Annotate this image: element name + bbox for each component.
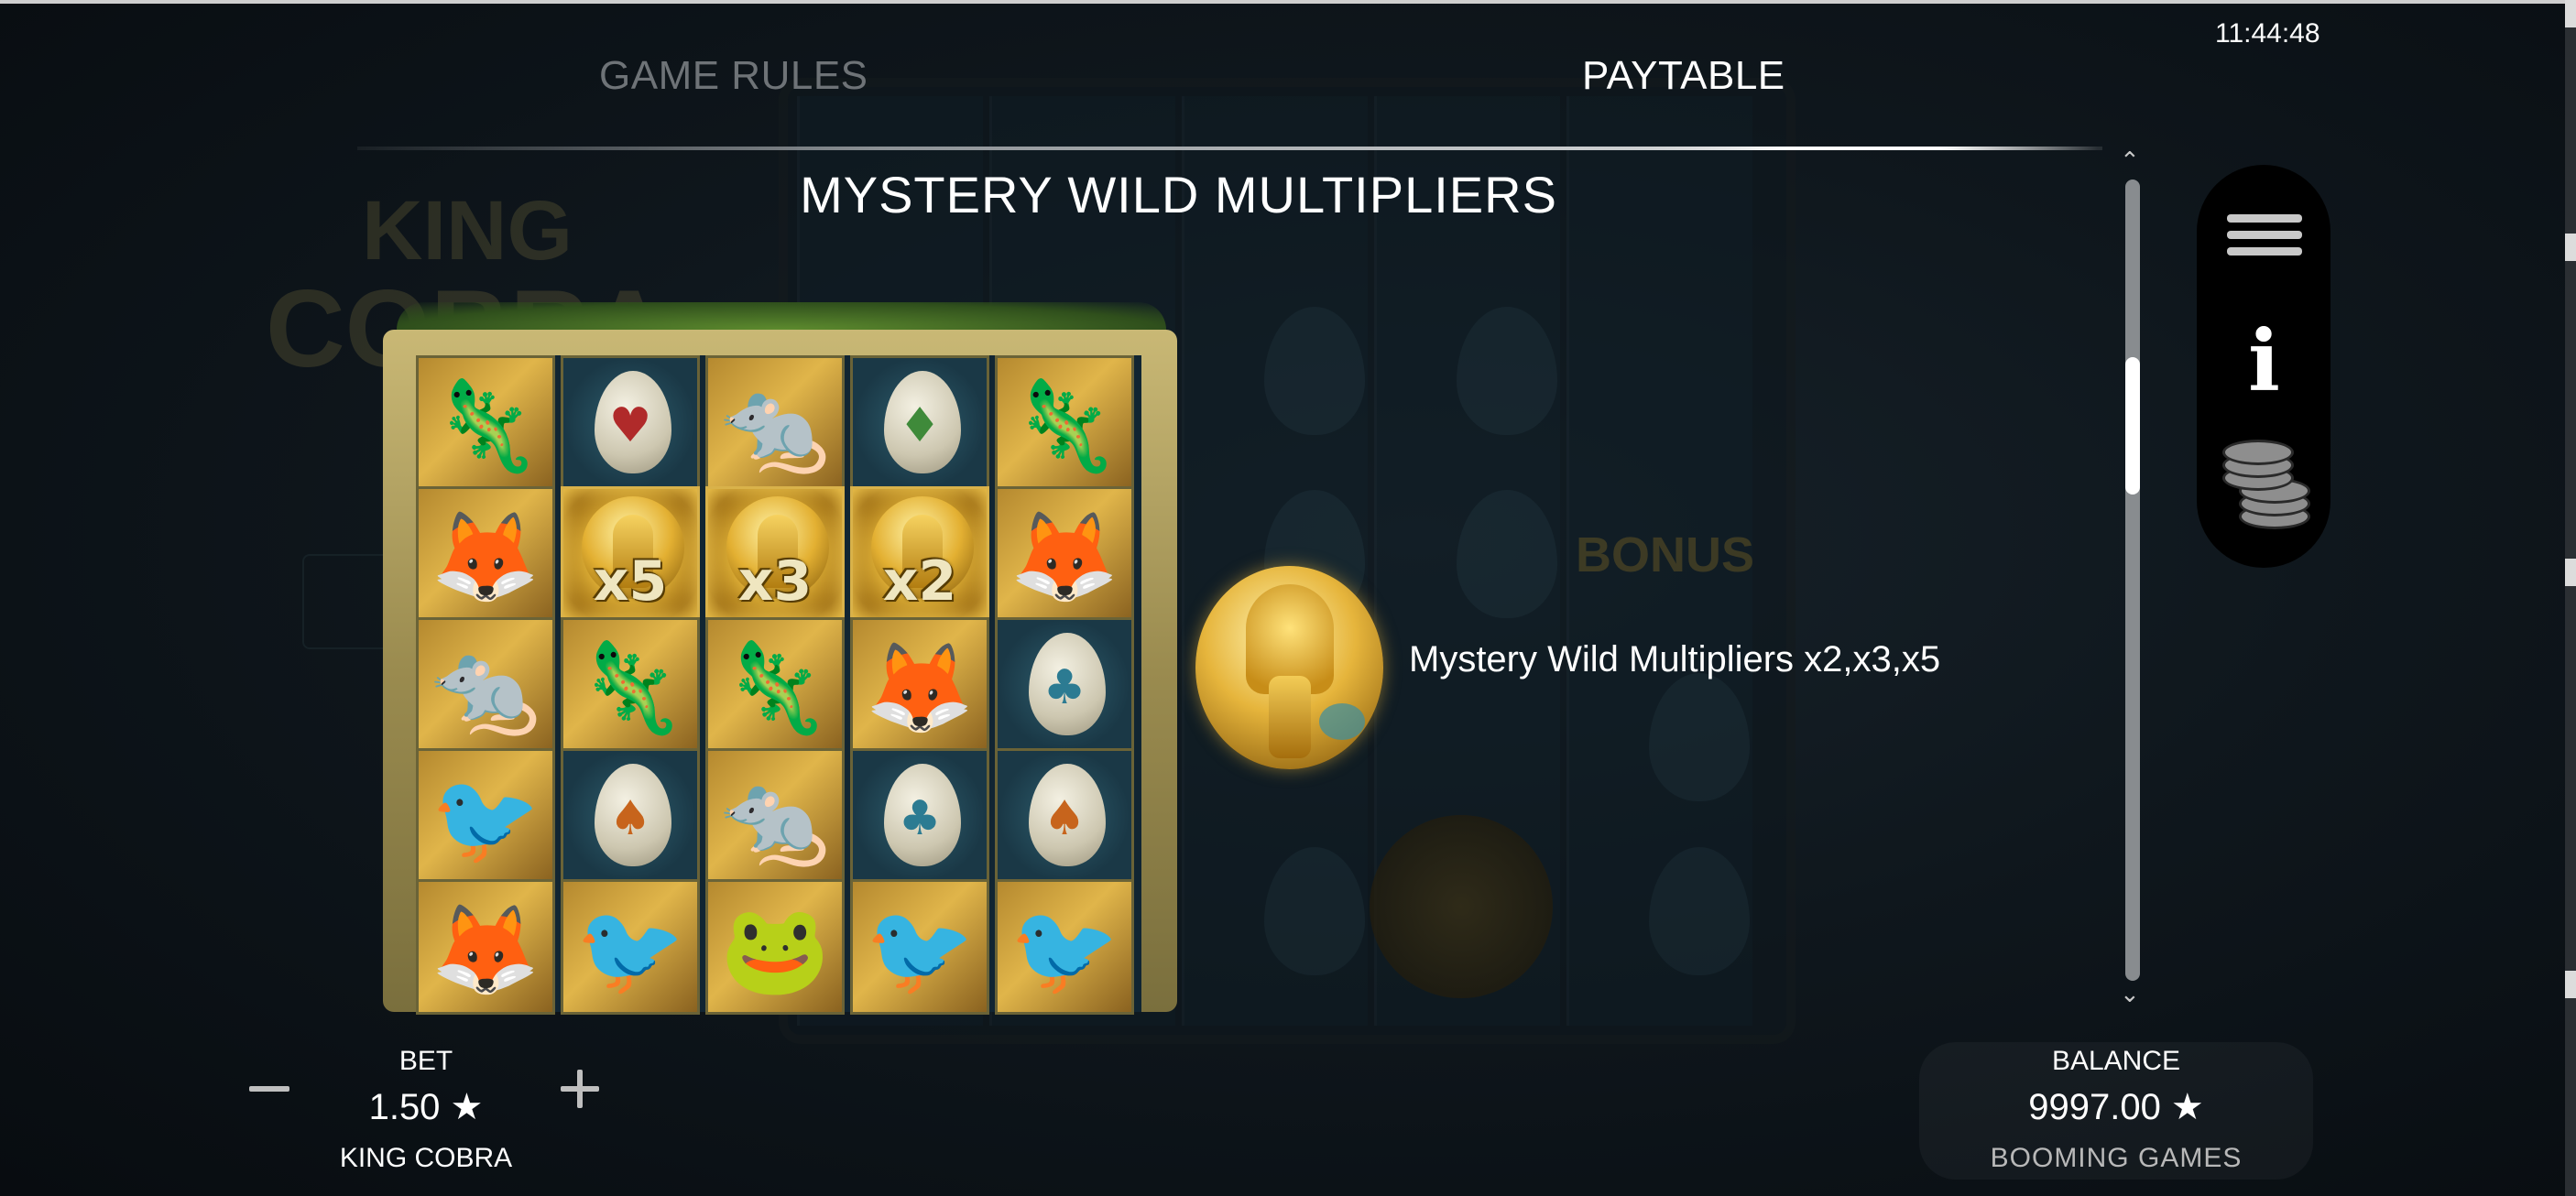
active-tab-indicator bbox=[1576, 147, 2098, 150]
weasel-symbol: 🦊 bbox=[850, 617, 989, 753]
crow-symbol: 🐦 bbox=[850, 879, 989, 1015]
egg-club-symbol: ♣ bbox=[850, 748, 989, 884]
background-bonus-text: BONUS bbox=[1576, 527, 1755, 582]
scroll-up-arrow[interactable]: ⌃ bbox=[2120, 147, 2140, 175]
rat-icon: 🐀 bbox=[720, 767, 830, 870]
weasel-symbol: 🦊 bbox=[995, 486, 1134, 622]
crow-symbol: 🐦 bbox=[561, 879, 700, 1015]
rat-symbol: 🐀 bbox=[416, 617, 555, 753]
wild-multiplier-label: x5 bbox=[593, 549, 668, 614]
background-cobra bbox=[1370, 815, 1553, 998]
lizard-symbol: 🦎 bbox=[416, 355, 555, 491]
frog-icon: 🐸 bbox=[720, 898, 830, 1001]
game-stage: KING COBRA BONUS GAME RULES PAYTABLE 11:… bbox=[0, 0, 2576, 1196]
club-icon: ♣ bbox=[898, 791, 942, 846]
rat-symbol: 🐀 bbox=[705, 748, 845, 884]
egg-diamond-symbol: ♦ bbox=[850, 355, 989, 491]
increase-bet-button[interactable] bbox=[561, 1070, 599, 1108]
diamond-icon: ♦ bbox=[898, 398, 942, 453]
club-icon: ♣ bbox=[1042, 660, 1086, 715]
spade-icon: ♠ bbox=[608, 791, 652, 846]
wild-multiplier-label: x3 bbox=[737, 549, 813, 614]
frog-symbol: 🐸 bbox=[705, 879, 845, 1015]
reel-grid: 🦎 ♥ 🐀 ♦ 🦎 🦊 x5 x3 x2 🦊 🐀 🦎 🦎 🦊 ♣ 🐦 ♠ 🐀 ♣ ♠ 🦊 🐦 🐸 🐦 🐦 bbox=[416, 355, 1141, 1015]
wild-cobra-symbol: x3 bbox=[705, 486, 845, 622]
egg-club-symbol: ♣ bbox=[995, 617, 1134, 753]
bet-value: 1.50 ★ bbox=[368, 1087, 484, 1127]
bet-label: BET bbox=[398, 1046, 453, 1076]
scrollbar-track[interactable] bbox=[2125, 179, 2140, 981]
heart-icon: ♥ bbox=[608, 398, 652, 453]
info-icon[interactable]: i bbox=[2215, 311, 2312, 408]
symbol-description: Mystery Wild Multipliers x2,x3,x5 bbox=[1409, 639, 1941, 680]
lizard-symbol: 🦎 bbox=[705, 617, 845, 753]
rat-icon: 🐀 bbox=[431, 636, 540, 739]
tab-paytable[interactable]: PAYTABLE bbox=[1582, 53, 1785, 99]
coins-icon[interactable] bbox=[2215, 440, 2312, 537]
crow-symbol: 🐦 bbox=[416, 748, 555, 884]
side-menu: i bbox=[2197, 165, 2330, 568]
menu-icon[interactable] bbox=[2215, 187, 2312, 284]
egg-spade-symbol: ♠ bbox=[995, 748, 1134, 884]
crow-icon: 🐦 bbox=[431, 767, 540, 870]
spade-icon: ♠ bbox=[1042, 791, 1086, 846]
game-name: KING COBRA bbox=[339, 1143, 513, 1173]
balance-value: 9997.00 ★ bbox=[2028, 1087, 2204, 1127]
scrollbar-thumb[interactable] bbox=[2125, 357, 2140, 495]
balance-label: BALANCE bbox=[2051, 1046, 2181, 1076]
weasel-icon: 🦊 bbox=[431, 506, 540, 608]
egg-spade-symbol: ♠ bbox=[561, 748, 700, 884]
weasel-icon: 🦊 bbox=[865, 636, 975, 739]
weasel-symbol: 🦊 bbox=[416, 879, 555, 1015]
weasel-symbol: 🦊 bbox=[416, 486, 555, 622]
egg-heart-symbol: ♥ bbox=[561, 355, 700, 491]
clock: 11:44:48 bbox=[2215, 18, 2320, 49]
decrease-bet-button[interactable] bbox=[249, 1086, 289, 1092]
lizard-symbol: 🦎 bbox=[995, 355, 1134, 491]
reel-board-illustration: 🦎 ♥ 🐀 ♦ 🦎 🦊 x5 x3 x2 🦊 🐀 🦎 🦎 🦊 ♣ 🐦 ♠ 🐀 ♣ ♠ 🦊 🐦 🐸 🐦 🐦 bbox=[383, 302, 1177, 1015]
section-title: MYSTERY WILD MULTIPLIERS bbox=[800, 166, 1557, 223]
crow-symbol: 🐦 bbox=[995, 879, 1134, 1015]
weasel-icon: 🦊 bbox=[431, 898, 540, 1001]
tab-underline bbox=[357, 147, 2102, 150]
wild-cobra-symbol: x2 bbox=[850, 486, 989, 622]
lizard-icon: 🦎 bbox=[431, 375, 540, 477]
scroll-down-arrow[interactable]: ⌄ bbox=[2120, 980, 2140, 1008]
rat-symbol: 🐀 bbox=[705, 355, 845, 491]
weasel-icon: 🦊 bbox=[1010, 506, 1119, 608]
right-edge-strip bbox=[2565, 0, 2576, 1196]
golden-cobra-icon bbox=[1195, 566, 1383, 769]
tab-game-rules[interactable]: GAME RULES bbox=[599, 53, 868, 99]
crow-icon: 🐦 bbox=[865, 898, 975, 1001]
crow-icon: 🐦 bbox=[575, 898, 685, 1001]
brand-logo: BOOMING GAMES bbox=[1990, 1143, 2243, 1173]
window-top-border bbox=[0, 0, 2576, 4]
wild-cobra-symbol: x5 bbox=[561, 486, 700, 622]
lizard-icon: 🦎 bbox=[575, 636, 685, 739]
rat-icon: 🐀 bbox=[720, 375, 830, 477]
lizard-symbol: 🦎 bbox=[561, 617, 700, 753]
crow-icon: 🐦 bbox=[1010, 898, 1119, 1001]
lizard-icon: 🦎 bbox=[720, 636, 830, 739]
lizard-icon: 🦎 bbox=[1010, 375, 1119, 477]
wild-multiplier-label: x2 bbox=[882, 549, 957, 614]
